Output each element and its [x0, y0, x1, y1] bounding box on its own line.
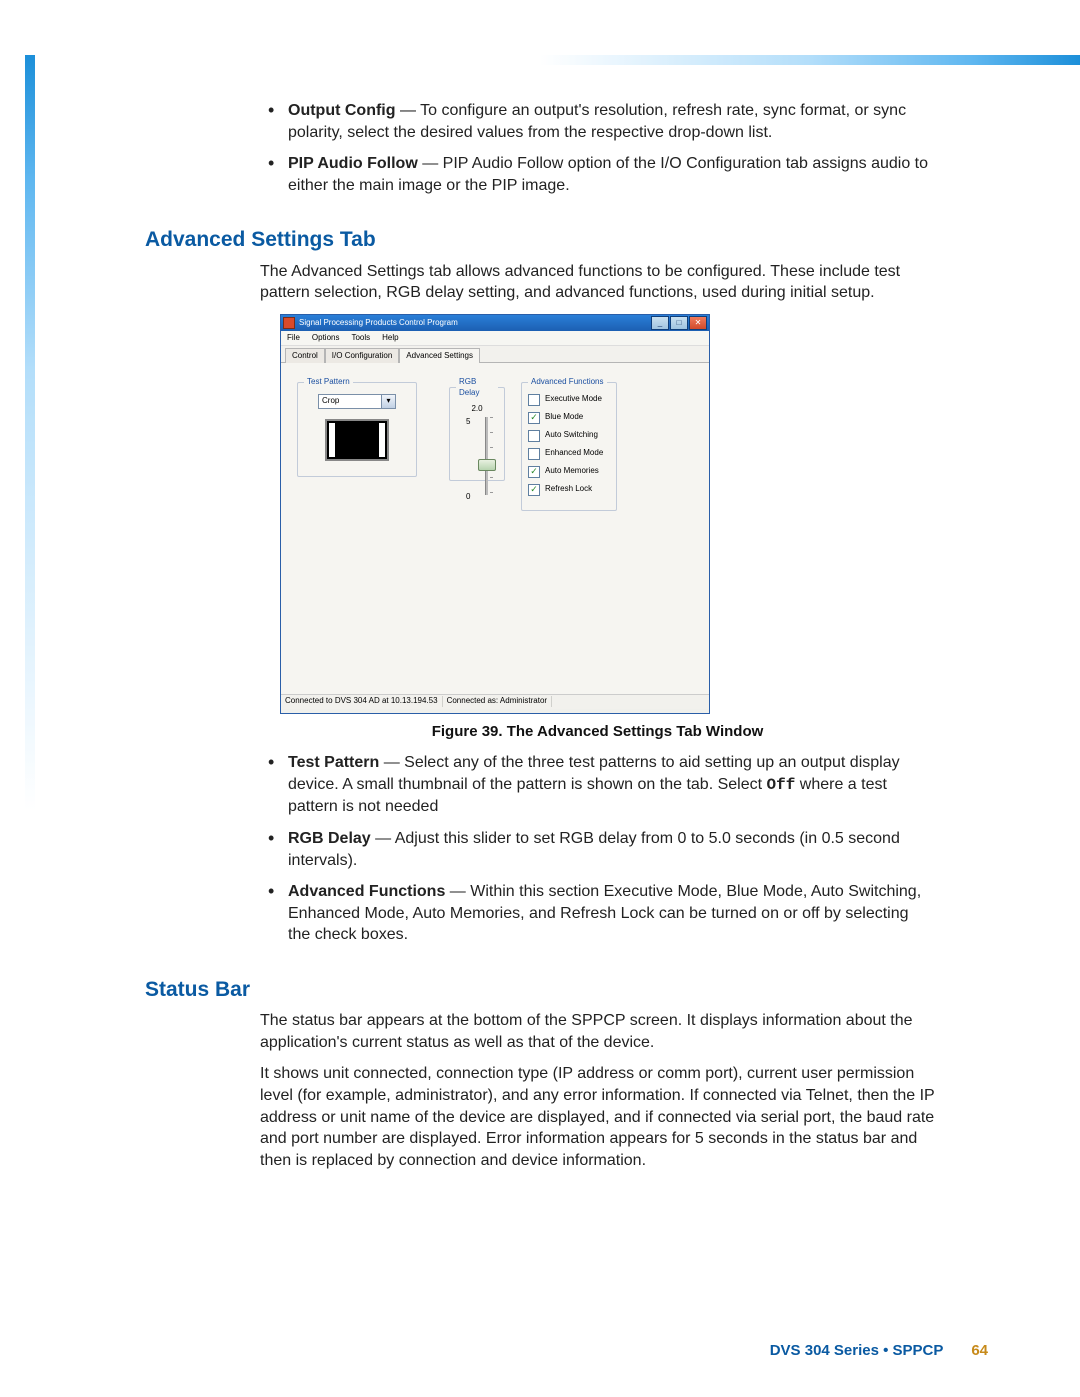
close-button[interactable]: ✕	[689, 316, 707, 330]
tab-io-config[interactable]: I/O Configuration	[325, 348, 399, 363]
post-bullet-list: Test Pattern — Select any of the three t…	[260, 752, 935, 946]
menu-options[interactable]: Options	[312, 333, 340, 344]
rgb-delay-fieldset: RGB Delay 2.0 5 0	[449, 377, 505, 481]
menubar: File Options Tools Help	[281, 331, 709, 346]
figure-caption: Figure 39. The Advanced Settings Tab Win…	[260, 722, 935, 742]
rgb-delay-slider[interactable]	[474, 417, 498, 495]
list-item: Test Pattern — Select any of the three t…	[260, 752, 935, 818]
status-bar-para-2: It shows unit connected, connection type…	[260, 1063, 935, 1171]
checkbox-icon[interactable]	[528, 430, 540, 442]
top-gradient-bar	[0, 55, 1080, 65]
slider-thumb-icon[interactable]	[478, 459, 496, 471]
list-item: RGB Delay — Adjust this slider to set RG…	[260, 828, 935, 871]
rgb-delay-value: 2.0	[471, 404, 482, 415]
func-label: Executive Mode	[545, 394, 602, 405]
list-item: PIP Audio Follow — PIP Audio Follow opti…	[260, 153, 935, 196]
bullet-title: Output Config	[288, 102, 396, 119]
func-refresh-lock[interactable]: ✓ Refresh Lock	[528, 484, 610, 496]
status-bar-para-1: The status bar appears at the bottom of …	[260, 1010, 935, 1053]
app-icon	[283, 317, 295, 329]
intro-bullet-list: Output Config — To configure an output's…	[260, 100, 935, 196]
tab-control[interactable]: Control	[285, 348, 325, 363]
list-item: Advanced Functions — Within this section…	[260, 881, 935, 946]
footer-text: DVS 304 Series • SPPCP	[770, 1342, 943, 1359]
checkbox-icon[interactable]: ✓	[528, 484, 540, 496]
bullet-title: PIP Audio Follow	[288, 155, 418, 172]
page-footer: DVS 304 Series • SPPCP 64	[0, 1342, 988, 1359]
window-title: Signal Processing Products Control Progr…	[299, 318, 458, 329]
checkbox-icon[interactable]	[528, 394, 540, 406]
advanced-functions-fieldset: Advanced Functions Executive Mode ✓ Blue…	[521, 377, 617, 511]
test-pattern-select[interactable]: Crop ▾	[318, 394, 396, 409]
func-executive-mode[interactable]: Executive Mode	[528, 394, 610, 406]
advanced-settings-para: The Advanced Settings tab allows advance…	[260, 261, 935, 304]
advanced-settings-heading: Advanced Settings Tab	[145, 226, 935, 254]
func-enhanced-mode[interactable]: Enhanced Mode	[528, 448, 610, 460]
test-pattern-fieldset: Test Pattern Crop ▾	[297, 377, 417, 477]
test-pattern-value: Crop	[319, 396, 381, 407]
maximize-button[interactable]: □	[670, 316, 688, 330]
menu-help[interactable]: Help	[382, 333, 398, 344]
status-connection: Connected to DVS 304 AD at 10.13.194.53	[281, 696, 443, 707]
checkbox-icon[interactable]	[528, 448, 540, 460]
bullet-title: RGB Delay	[288, 830, 371, 847]
titlebar: Signal Processing Products Control Progr…	[281, 315, 709, 331]
app-window: Signal Processing Products Control Progr…	[280, 314, 710, 714]
func-label: Blue Mode	[545, 412, 583, 423]
tabs-row: Control I/O Configuration Advanced Setti…	[281, 346, 709, 363]
func-label: Refresh Lock	[545, 484, 592, 495]
menu-tools[interactable]: Tools	[351, 333, 370, 344]
test-pattern-thumbnail	[325, 419, 389, 461]
page-number: 64	[971, 1342, 988, 1359]
status-bar-heading: Status Bar	[145, 976, 935, 1004]
minimize-button[interactable]: _	[651, 316, 669, 330]
test-pattern-legend: Test Pattern	[304, 377, 353, 388]
tab-body: Test Pattern Crop ▾ RGB Delay	[281, 363, 709, 709]
tab-advanced-settings[interactable]: Advanced Settings	[399, 348, 480, 363]
status-user: Connected as: Administrator	[443, 696, 553, 707]
checkbox-icon[interactable]: ✓	[528, 412, 540, 424]
func-blue-mode[interactable]: ✓ Blue Mode	[528, 412, 610, 424]
func-auto-switching[interactable]: Auto Switching	[528, 430, 610, 442]
func-auto-memories[interactable]: ✓ Auto Memories	[528, 466, 610, 478]
rgb-delay-max: 5	[457, 417, 474, 428]
func-label: Enhanced Mode	[545, 448, 603, 459]
rgb-delay-legend: RGB Delay	[456, 377, 498, 399]
rgb-delay-min: 0	[457, 492, 474, 503]
bullet-title: Test Pattern	[288, 754, 379, 771]
list-item: Output Config — To configure an output's…	[260, 100, 935, 143]
advanced-functions-legend: Advanced Functions	[528, 377, 607, 388]
menu-file[interactable]: File	[287, 333, 300, 344]
left-gradient-bar	[25, 55, 35, 1315]
checkbox-icon[interactable]: ✓	[528, 466, 540, 478]
chevron-down-icon[interactable]: ▾	[381, 395, 395, 408]
func-label: Auto Switching	[545, 430, 598, 441]
func-label: Auto Memories	[545, 466, 599, 477]
bullet-title: Advanced Functions	[288, 883, 445, 900]
status-bar: Connected to DVS 304 AD at 10.13.194.53 …	[281, 694, 709, 709]
off-literal: Off	[767, 776, 796, 794]
bullet-text: — Adjust this slider to set RGB delay fr…	[288, 830, 900, 869]
